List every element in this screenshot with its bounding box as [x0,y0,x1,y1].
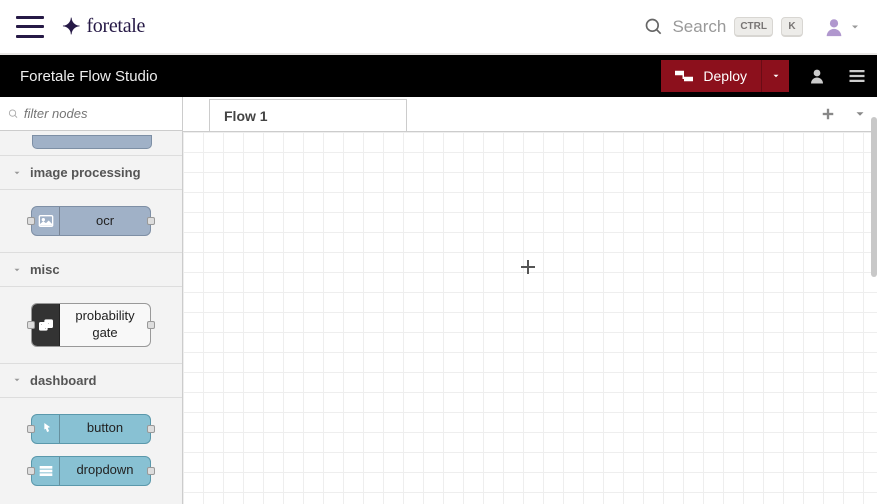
partial-node-peek [0,131,182,156]
node-palette-sidebar: image processing ocr misc [0,97,183,504]
category-nodes-image-processing: ocr [0,190,182,253]
category-header-image-processing[interactable]: image processing [0,156,182,190]
palette-node-label: button [60,415,150,443]
palette-scroll[interactable]: image processing ocr misc [0,131,182,504]
shortcut-k-key: K [781,17,803,37]
dice-icon [32,304,60,346]
category-nodes-misc: probability gate [0,287,182,364]
category-header-misc[interactable]: misc [0,253,182,287]
tab-actions [811,97,877,131]
hamburger-icon[interactable] [16,16,44,38]
tab-bar: Flow 1 [183,97,877,132]
user-menu[interactable] [823,16,861,38]
deploy-group: Deploy [661,60,789,92]
palette-node-button[interactable]: button [31,414,151,444]
filter-nodes-input[interactable] [24,106,174,121]
main-area: image processing ocr misc [0,97,877,504]
user-icon [823,16,845,38]
add-tab-icon[interactable] [821,107,835,121]
category-nodes-dashboard: button dropdown [0,398,182,492]
crosshair-cursor-icon [521,260,535,274]
node-port-in[interactable] [27,217,35,225]
deploy-icon [675,69,693,83]
category-label: image processing [30,165,141,180]
chevron-down-icon [12,168,22,178]
palette-node-ocr[interactable]: ocr [31,206,151,236]
tab-menu-icon[interactable] [853,107,867,121]
list-icon [32,457,60,485]
palette-node-dropdown[interactable]: dropdown [31,456,151,486]
pointer-icon [32,415,60,443]
chevron-down-icon [12,375,22,385]
scrollbar-thumb[interactable] [871,117,877,277]
vertical-scrollbar[interactable] [870,97,877,504]
chevron-down-icon [12,265,22,275]
chevron-down-icon [849,21,861,33]
node-port-out[interactable] [147,217,155,225]
canvas-area: Flow 1 [183,97,877,504]
deploy-label: Deploy [703,68,747,84]
category-header-dashboard[interactable]: dashboard [0,364,182,398]
site-header: ✦ foretale Search CTRL K [0,0,877,55]
search-icon [8,108,19,120]
header-user-button[interactable] [797,55,837,97]
image-icon [32,207,60,235]
brand-glyph-icon: ✦ [62,14,80,40]
user-icon [808,67,826,85]
tab-flow-1[interactable]: Flow 1 [209,99,407,131]
search-label: Search [672,17,726,37]
node-port-in[interactable] [27,467,35,475]
palette-node-label: dropdown [60,457,150,485]
category-label: dashboard [30,373,96,388]
category-label: misc [30,262,60,277]
deploy-menu-button[interactable] [761,60,789,92]
palette-node-label: probability gate [60,304,150,346]
node-port-out[interactable] [147,467,155,475]
filter-nodes-box [0,97,182,131]
app-title: Foretale Flow Studio [20,68,158,85]
node-port-in[interactable] [27,321,35,329]
app-header: Foretale Flow Studio Deploy [0,55,877,97]
deploy-button[interactable]: Deploy [661,60,761,92]
header-menu-button[interactable] [837,55,877,97]
brand-logo[interactable]: ✦ foretale [62,14,145,40]
search-icon [644,17,664,37]
caret-down-icon [771,71,781,81]
node-port-out[interactable] [147,425,155,433]
shortcut-ctrl-key: CTRL [734,17,773,37]
tab-label: Flow 1 [224,108,268,124]
node-port-out[interactable] [147,321,155,329]
brand-name: foretale [86,15,145,38]
flow-canvas[interactable] [183,132,877,504]
palette-node-label: ocr [60,207,150,235]
menu-icon [848,67,866,85]
node-port-in[interactable] [27,425,35,433]
search-trigger[interactable]: Search CTRL K [644,17,803,37]
palette-node-probability-gate[interactable]: probability gate [31,303,151,347]
